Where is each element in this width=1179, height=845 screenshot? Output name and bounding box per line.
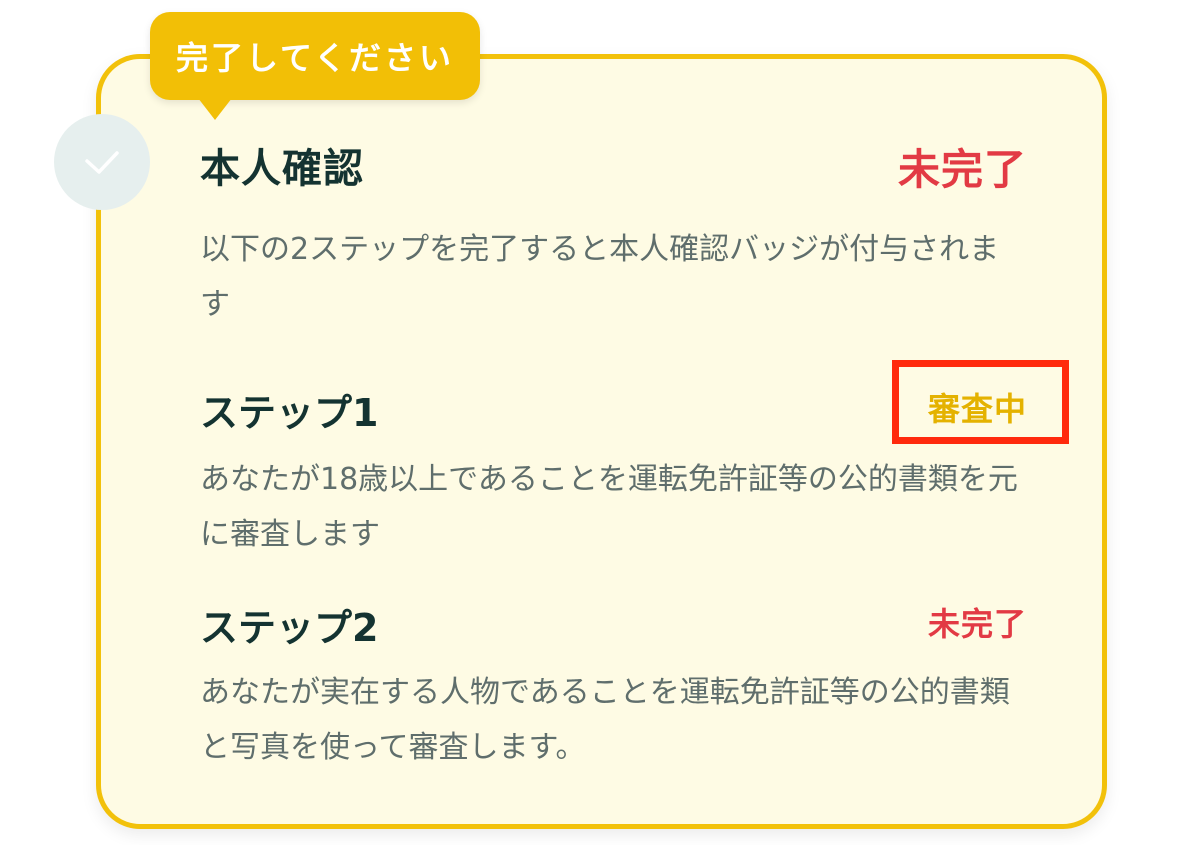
step-1-title: ステップ1 xyxy=(200,391,379,435)
badge-pointer xyxy=(198,98,232,120)
verification-check-circle xyxy=(54,114,150,210)
step-2-status: 未完了 xyxy=(927,605,1027,643)
complete-prompt-label: 完了してください xyxy=(175,39,455,77)
verification-title: 本人確認 xyxy=(200,146,364,192)
step-2-description: あなたが実在する人物であることを運転免許証等の公的書類と写真を使って審査します。 xyxy=(200,675,1010,765)
verification-description: 以下の2ステップを完了すると本人確認バッジが付与されます xyxy=(200,232,1000,322)
step-1-status-highlight xyxy=(892,360,1069,444)
complete-prompt-badge: 完了してください xyxy=(150,12,480,100)
check-icon xyxy=(85,151,119,174)
step-1-description: あなたが18歳以上であることを運転免許証等の公的書類を元に審査します xyxy=(200,462,1018,552)
step-2-title: ステップ2 xyxy=(200,606,379,650)
verification-screen: 完了してください 本人確認 未完了 以下の2ステップを完了すると本人確認バッジが… xyxy=(0,0,1179,845)
verification-status: 未完了 xyxy=(897,145,1027,194)
